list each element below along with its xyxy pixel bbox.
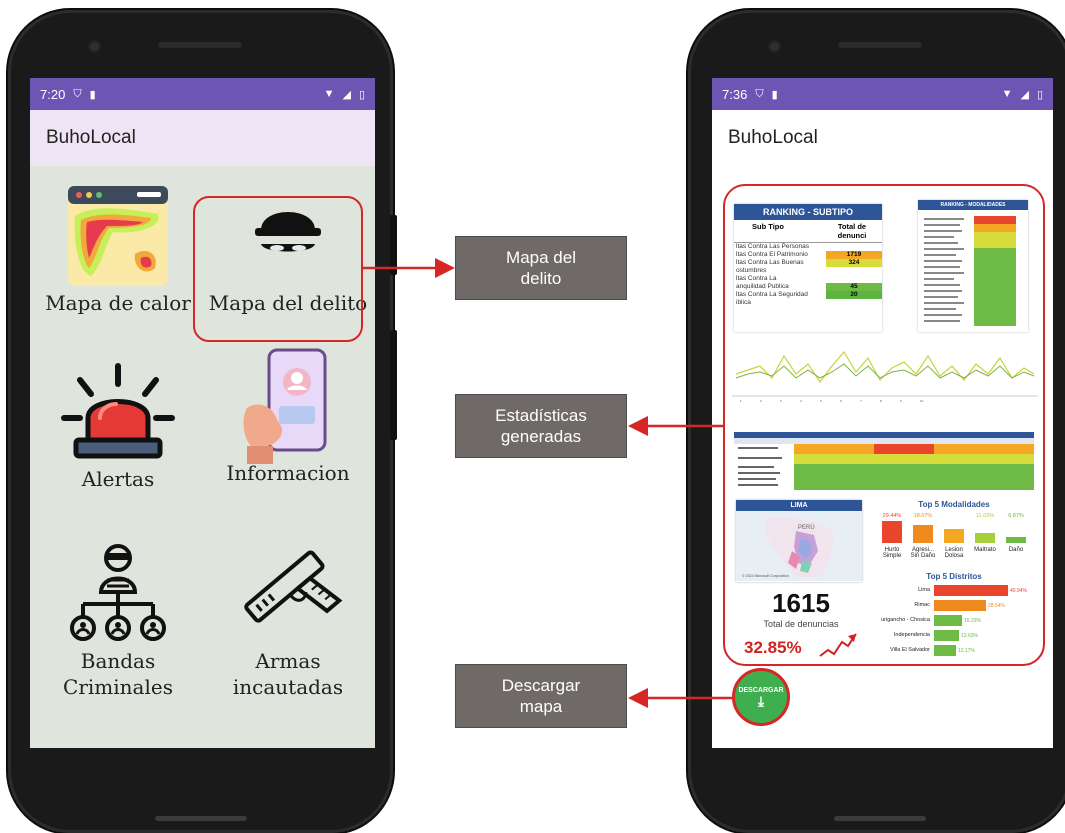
tile-label: Informacion bbox=[226, 461, 350, 485]
figure-canvas: 7:20 ⛉ ▮ ▼ ◢ ▯ BuhoLocal Mapa de calor M… bbox=[0, 0, 1065, 833]
status-bar: 7:36 ⛉ ▮ ▼ ◢ ▯ bbox=[712, 78, 1053, 110]
callout-mapa-del-delito: Mapa del delito bbox=[455, 236, 627, 300]
earpiece-speaker bbox=[158, 42, 242, 48]
callout-mapa-line2: delito bbox=[520, 269, 562, 288]
sd-card-icon: ▮ bbox=[771, 88, 778, 101]
signal-icon: ◢ bbox=[342, 88, 351, 101]
callout-descargar: Descargar mapa bbox=[455, 664, 627, 728]
siren-icon bbox=[61, 363, 175, 459]
callout-estadisticas: Estadísticas generadas bbox=[455, 394, 627, 458]
gang-network-icon bbox=[70, 544, 166, 641]
sd-card-icon: ▮ bbox=[89, 88, 96, 101]
app-bar: BuhoLocal bbox=[712, 110, 1053, 166]
battery-icon: ▯ bbox=[1036, 88, 1043, 101]
tile-label: Alertas bbox=[81, 467, 155, 491]
download-icon: ⤓ bbox=[757, 692, 765, 709]
front-camera bbox=[90, 42, 99, 51]
battery-icon: ▯ bbox=[358, 88, 365, 101]
wifi-icon: ▼ bbox=[323, 88, 335, 100]
volume-button[interactable] bbox=[390, 330, 397, 440]
home-gesture-pill[interactable] bbox=[154, 816, 247, 821]
callout-stats-line1: Estadísticas bbox=[495, 406, 587, 425]
app-title: BuhoLocal bbox=[728, 127, 818, 148]
nav-bar bbox=[30, 748, 375, 768]
nav-bar bbox=[712, 748, 1053, 768]
tile-bandas-criminales[interactable]: Bandas Criminales bbox=[32, 540, 204, 700]
highlight-estadisticas bbox=[723, 184, 1045, 666]
tile-label-line2: incautadas bbox=[232, 675, 344, 699]
shield-icon: ⛉ bbox=[755, 87, 764, 100]
tile-label-line2: Criminales bbox=[63, 675, 173, 699]
tile-label-line1: Bandas bbox=[80, 649, 156, 673]
callout-download-line2: mapa bbox=[519, 697, 563, 716]
callout-stats-line2: generadas bbox=[500, 427, 582, 446]
status-time: 7:36 bbox=[722, 86, 748, 102]
shield-icon: ⛉ bbox=[73, 87, 82, 100]
app-bar: BuhoLocal bbox=[30, 110, 375, 166]
highlight-mapa-del-delito bbox=[193, 196, 363, 342]
callout-download-line1: Descargar bbox=[501, 676, 581, 695]
heatmap-icon bbox=[68, 186, 168, 286]
front-camera bbox=[770, 42, 779, 51]
callout-mapa-line1: Mapa del bbox=[506, 248, 576, 267]
tile-alertas[interactable]: Alertas bbox=[32, 360, 204, 492]
tile-informacion[interactable]: Informacion bbox=[202, 346, 374, 486]
status-bar: 7:20 ⛉ ▮ ▼ ◢ ▯ bbox=[30, 78, 375, 110]
tile-mapa-de-calor[interactable]: Mapa de calor bbox=[32, 184, 204, 316]
wifi-icon: ▼ bbox=[1001, 88, 1013, 100]
signal-icon: ◢ bbox=[1020, 88, 1029, 101]
status-time: 7:20 bbox=[40, 86, 66, 102]
app-title: BuhoLocal bbox=[46, 127, 136, 148]
home-gesture-pill[interactable] bbox=[834, 816, 926, 821]
phone-profile-icon bbox=[243, 348, 327, 464]
earpiece-speaker bbox=[838, 42, 922, 48]
power-button[interactable] bbox=[390, 215, 397, 275]
descargar-fab[interactable]: DESCARGAR ⤓ bbox=[732, 668, 790, 726]
left-phone-frame: 7:20 ⛉ ▮ ▼ ◢ ▯ BuhoLocal Mapa de calor M… bbox=[8, 10, 397, 833]
pistol-icon bbox=[244, 550, 343, 623]
tile-label: Mapa de calor bbox=[45, 291, 191, 315]
left-screen: 7:20 ⛉ ▮ ▼ ◢ ▯ BuhoLocal Mapa de calor M… bbox=[30, 78, 375, 768]
tile-label-line1: Armas bbox=[255, 649, 321, 673]
tile-armas-incautadas[interactable]: Armas incautadas bbox=[202, 540, 374, 700]
